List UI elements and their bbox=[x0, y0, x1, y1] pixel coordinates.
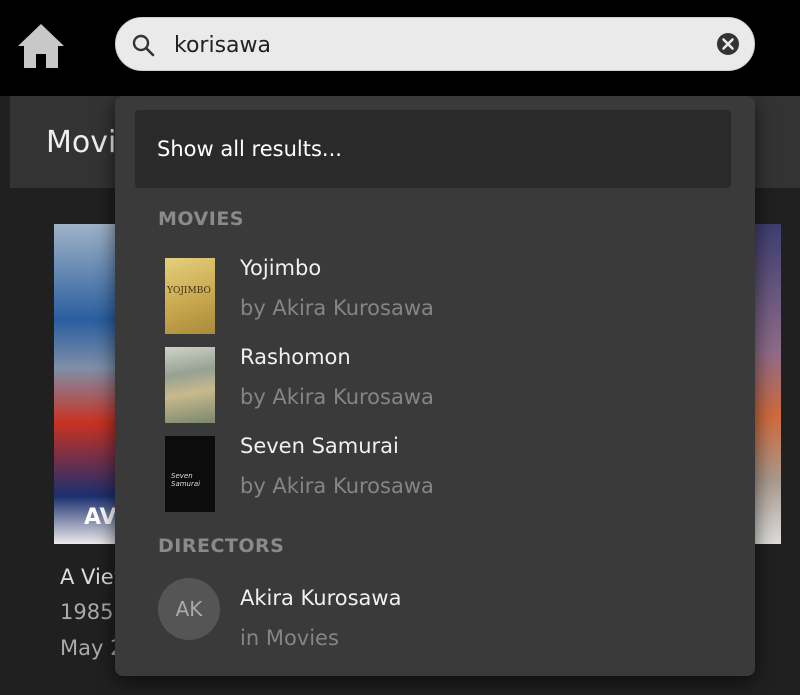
result-subtitle: by Akira Kurosawa bbox=[240, 474, 434, 498]
result-subtitle: by Akira Kurosawa bbox=[240, 385, 434, 409]
home-button[interactable] bbox=[16, 22, 66, 72]
search-results-dropdown: Show all results... MOVIES YOJIMBO Yojim… bbox=[115, 96, 755, 676]
avatar: AK bbox=[158, 578, 220, 640]
movies-group-label: MOVIES bbox=[158, 208, 244, 230]
result-title: Rashomon bbox=[240, 345, 351, 369]
result-title: Akira Kurosawa bbox=[240, 586, 402, 610]
result-subtitle: by Akira Kurosawa bbox=[240, 296, 434, 320]
movie-poster[interactable]: AV bbox=[54, 224, 118, 544]
thumbnail-text: YOJIMBO bbox=[167, 286, 211, 296]
result-yojimbo[interactable]: YOJIMBO Yojimbo by Akira Kurosawa bbox=[115, 256, 755, 340]
home-icon bbox=[18, 24, 64, 68]
section-title: Movi bbox=[46, 125, 117, 160]
show-all-results-button[interactable]: Show all results... bbox=[135, 110, 731, 188]
directors-group-label: DIRECTORS bbox=[158, 535, 285, 557]
result-title: Yojimbo bbox=[240, 256, 322, 280]
clear-search-icon[interactable] bbox=[716, 32, 740, 56]
movie-thumbnail bbox=[165, 347, 215, 423]
movie-thumbnail: YOJIMBO bbox=[165, 258, 215, 334]
result-akira-kurosawa[interactable]: AK Akira Kurosawa in Movies bbox=[115, 578, 755, 670]
result-title: Seven Samurai bbox=[240, 434, 399, 458]
movie-date: May 2 bbox=[60, 636, 124, 660]
movie-year: 1985 bbox=[60, 600, 114, 624]
thumbnail-text: Seven Samurai bbox=[171, 472, 201, 488]
search-icon bbox=[132, 34, 155, 57]
movie-poster-right[interactable] bbox=[755, 224, 781, 544]
movie-thumbnail: Seven Samurai bbox=[165, 436, 215, 512]
result-rashomon[interactable]: Rashomon by Akira Kurosawa bbox=[115, 345, 755, 429]
result-subtitle: in Movies bbox=[240, 626, 339, 650]
result-seven-samurai[interactable]: Seven Samurai Seven Samurai by Akira Kur… bbox=[115, 434, 755, 518]
search-bar[interactable] bbox=[115, 17, 755, 71]
poster-text: AV bbox=[84, 505, 117, 530]
search-input[interactable] bbox=[172, 27, 696, 63]
